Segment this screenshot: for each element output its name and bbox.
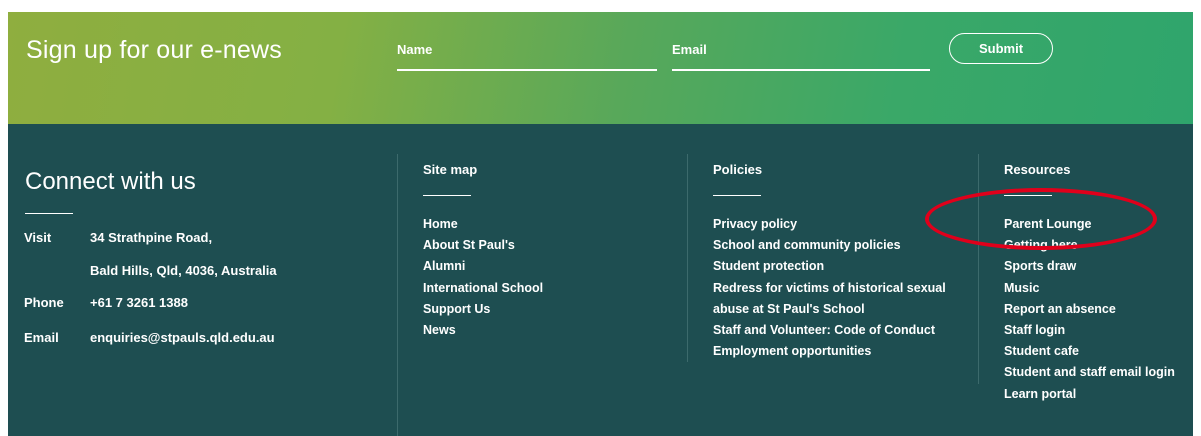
- enews-signup-banner: Sign up for our e-news Submit: [8, 12, 1193, 124]
- resource-link-learn-portal[interactable]: Learn portal: [1004, 384, 1175, 405]
- column-divider: [687, 154, 688, 362]
- connect-title-underline: [25, 213, 73, 214]
- sitemap-underline: [423, 195, 471, 196]
- policy-link-community[interactable]: School and community policies: [713, 235, 946, 256]
- resource-link-music[interactable]: Music: [1004, 278, 1175, 299]
- email-input[interactable]: [672, 41, 930, 58]
- resource-link-staff-login[interactable]: Staff login: [1004, 320, 1175, 341]
- policies-underline: [713, 195, 761, 196]
- resource-link-student-cafe[interactable]: Student cafe: [1004, 341, 1175, 362]
- policies-title: Policies: [713, 162, 763, 177]
- address-line1: 34 Strathpine Road,: [90, 230, 213, 245]
- name-field-wrapper: [397, 41, 657, 71]
- email-link[interactable]: enquiries@stpauls.qld.edu.au: [90, 330, 275, 345]
- resource-link-email-login[interactable]: Student and staff email login: [1004, 362, 1175, 383]
- policy-link-redress[interactable]: Redress for victims of historical sexual: [713, 278, 946, 299]
- name-input[interactable]: [397, 41, 657, 58]
- column-divider: [397, 154, 398, 436]
- red-highlight-circle: [925, 188, 1157, 250]
- sitemap-link-home[interactable]: Home: [423, 214, 543, 235]
- address-line2: Bald Hills, Qld, 4036, Australia: [90, 263, 277, 278]
- phone-label: Phone: [24, 295, 64, 310]
- column-divider: [978, 154, 979, 384]
- sitemap-list: Home About St Paul's Alumni Internationa…: [423, 214, 543, 341]
- connect-title: Connect with us: [25, 168, 196, 195]
- resources-title: Resources: [1004, 162, 1071, 177]
- email-label: Email: [24, 330, 59, 345]
- policy-link-student-protection[interactable]: Student protection: [713, 256, 946, 277]
- policy-link-code-of-conduct[interactable]: Staff and Volunteer: Code of Conduct: [713, 320, 946, 341]
- sitemap-title: Site map: [423, 162, 478, 177]
- resource-link-sports-draw[interactable]: Sports draw: [1004, 256, 1175, 277]
- policy-link-redress-cont[interactable]: abuse at St Paul's School: [713, 299, 946, 320]
- resource-link-report-absence[interactable]: Report an absence: [1004, 299, 1175, 320]
- site-footer: Connect with us Visit 34 Strathpine Road…: [8, 124, 1193, 436]
- submit-button[interactable]: Submit: [949, 33, 1053, 64]
- sitemap-link-alumni[interactable]: Alumni: [423, 256, 543, 277]
- policy-link-employment[interactable]: Employment opportunities: [713, 341, 946, 362]
- sitemap-link-international[interactable]: International School: [423, 278, 543, 299]
- policies-list: Privacy policy School and community poli…: [713, 214, 946, 362]
- sitemap-link-news[interactable]: News: [423, 320, 543, 341]
- policy-link-privacy[interactable]: Privacy policy: [713, 214, 946, 235]
- email-field-wrapper: [672, 41, 930, 71]
- sitemap-link-support[interactable]: Support Us: [423, 299, 543, 320]
- sitemap-link-about[interactable]: About St Paul's: [423, 235, 543, 256]
- phone-link[interactable]: +61 7 3261 1388: [90, 295, 188, 310]
- visit-label: Visit: [24, 230, 52, 245]
- page-frame: Sign up for our e-news Submit Connect wi…: [8, 12, 1193, 436]
- enews-title: Sign up for our e-news: [26, 36, 282, 64]
